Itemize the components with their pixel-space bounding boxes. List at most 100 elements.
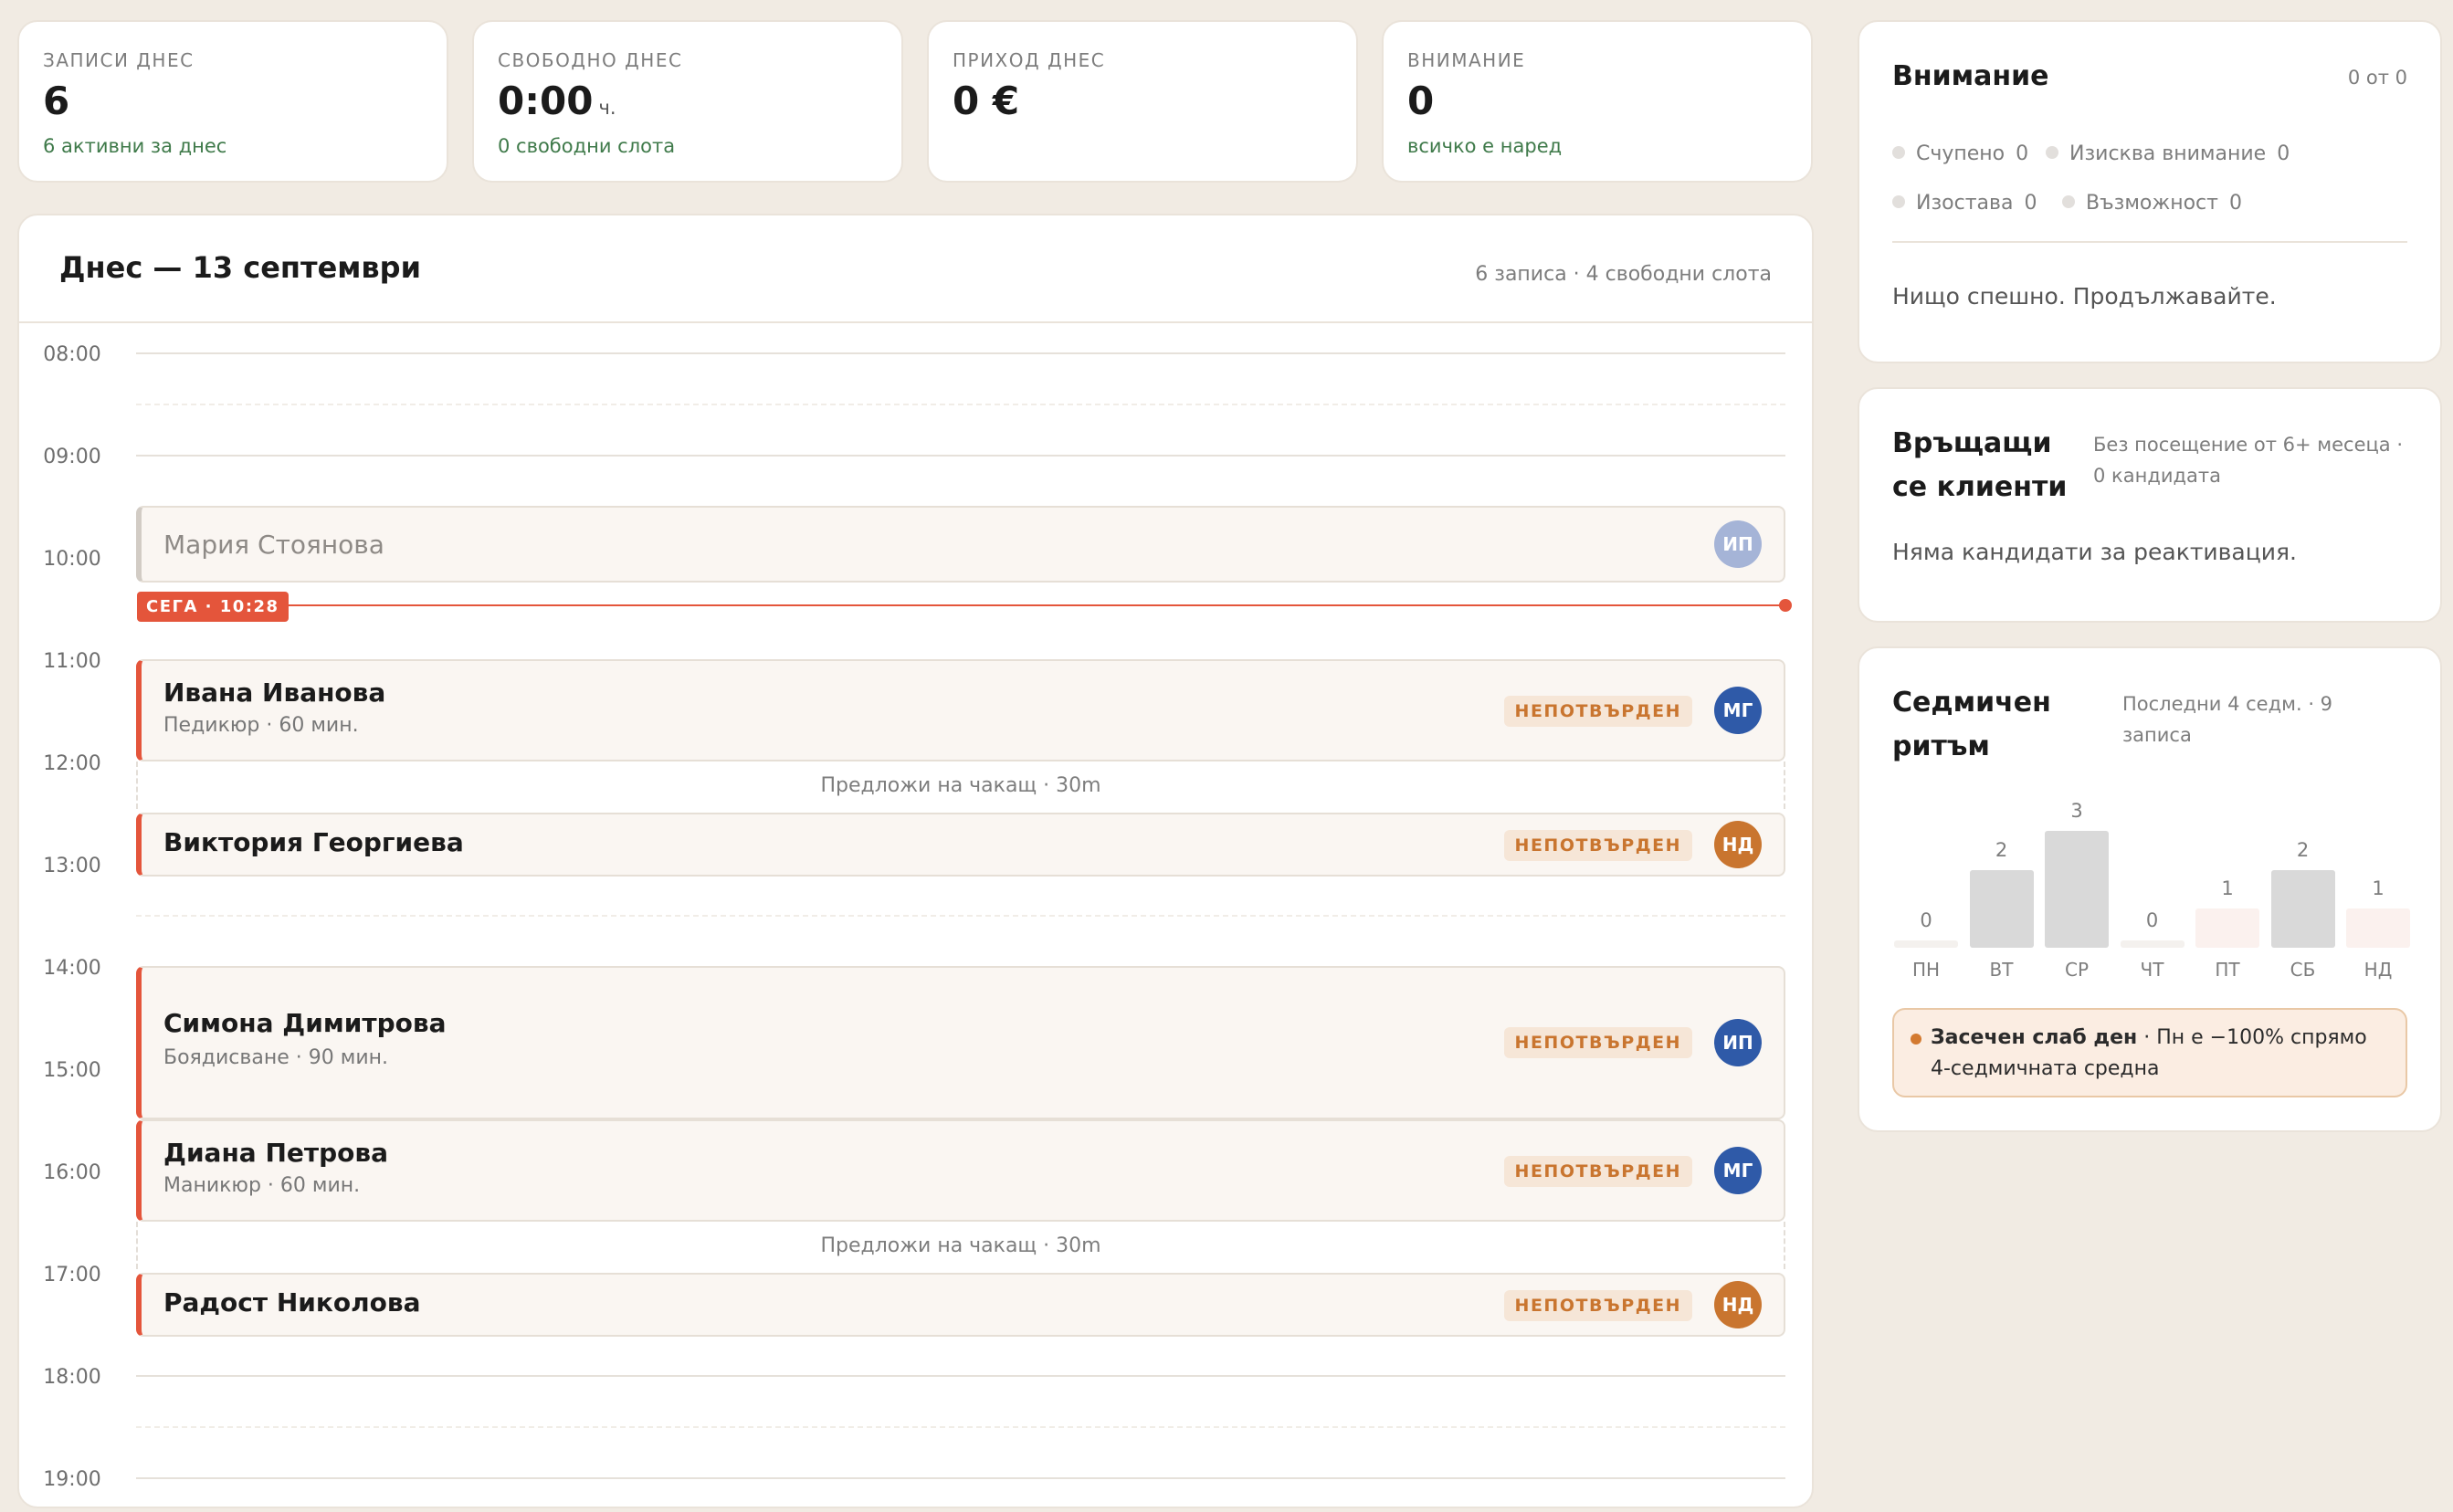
bar-value-label: 3 [2070, 800, 2083, 822]
appointment-card[interactable]: Виктория Георгиева НЕПОТВЪРДЕН НД [136, 813, 1785, 877]
attention-filter-lagging[interactable]: Изостава 0 [1892, 192, 2037, 215]
now-indicator-label: СЕГА · 10:28 [137, 592, 289, 622]
attention-filter-opportunity[interactable]: Възможност 0 [2062, 192, 2242, 215]
status-badge: НЕПОТВЪРДЕН [1503, 1290, 1692, 1321]
status-badge: НЕПОТВЪРДЕН [1503, 830, 1692, 861]
status-badge: НЕПОТВЪРДЕН [1503, 1156, 1692, 1187]
attention-empty-text: Нищо спешно. Продължавайте. [1892, 283, 2277, 310]
alert-text: Засечен слаб ден · Пн е −100% спрямо 4-с… [1931, 1026, 2367, 1080]
now-indicator-line [176, 604, 1784, 606]
stat-card-revenue: ПРИХОД ДНЕС 0 € [927, 20, 1358, 183]
attention-panel: Внимание 0 от 0 Счупено 0 Изисква внимани… [1858, 20, 2442, 363]
schedule-title: Днес — 13 септември [59, 250, 421, 285]
bar-ПН [1894, 940, 1958, 948]
status-dot [2046, 146, 2058, 159]
hour-label: 18:00 [43, 1366, 101, 1389]
hour-label: 09:00 [43, 446, 101, 468]
staff-avatar: МГ [1714, 1147, 1762, 1194]
divider [19, 321, 1812, 323]
appointment-card[interactable]: Мария Стоянова ИП [136, 506, 1785, 583]
bar-ПТ [2195, 908, 2259, 948]
stat-card-bookings: ЗАПИСИ ДНЕС 6 6 активни за днес [17, 20, 448, 183]
now-indicator-dot [1779, 599, 1792, 612]
bar-СБ [2270, 869, 2335, 948]
client-name: Ивана Иванова [163, 677, 386, 708]
bar-value-label: 2 [1995, 838, 2008, 861]
stat-value: 0 € [953, 79, 1020, 123]
stat-sub: 0 свободни слота [498, 135, 676, 157]
divider [1892, 241, 2407, 243]
stat-label: СВОБОДНО ДНЕС [498, 49, 683, 71]
bar-value-label: 0 [2145, 909, 2159, 931]
weak-day-alert: Засечен слаб ден · Пн е −100% спрямо 4-с… [1892, 1008, 2407, 1097]
half-hour-gridline [136, 915, 1785, 917]
stat-unit: ч. [598, 97, 616, 119]
appointment-card[interactable]: Радост Николова НЕПОТВЪРДЕН НД [136, 1273, 1785, 1337]
hour-label: 10:00 [43, 548, 101, 571]
bar-category-label: СР [2064, 959, 2090, 981]
hour-label: 19:00 [43, 1468, 101, 1491]
status-dot [2062, 195, 2075, 208]
status-badge: НЕПОТВЪРДЕН [1503, 696, 1692, 727]
staff-avatar: ИП [1714, 1019, 1762, 1066]
hour-gridline [136, 1477, 1785, 1479]
bar-СР [2045, 831, 2109, 948]
hour-label: 16:00 [43, 1161, 101, 1184]
bar-category-label: НД [2364, 959, 2393, 981]
staff-avatar: МГ [1714, 687, 1762, 734]
hour-label: 15:00 [43, 1059, 101, 1082]
returning-empty-text: Няма кандидати за реактивация. [1892, 539, 2297, 565]
bar-value-label: 0 [1920, 909, 1932, 931]
appointment-card[interactable]: Ивана Иванова Педикюр · 60 мин. НЕПОТВЪР… [136, 659, 1785, 761]
stat-value: 0:00 ч. [498, 79, 616, 123]
attention-count: 0 от 0 [2347, 67, 2407, 89]
half-hour-gridline [136, 404, 1785, 405]
stat-label: ПРИХОД ДНЕС [953, 49, 1106, 71]
stat-card-attention: ВНИМАНИЕ 0 всичко е наред [1382, 20, 1813, 183]
bar-category-label: ЧТ [2140, 959, 2164, 981]
suggest-waitlist-button[interactable]: Предложи на чакащ · 30m [136, 761, 1785, 809]
service-info: Маникюр · 60 мин. [163, 1174, 361, 1197]
client-name: Мария Стоянова [163, 530, 384, 560]
attention-filter-needs-attention[interactable]: Изисква внимание 0 [2046, 142, 2290, 165]
suggest-waitlist-button[interactable]: Предложи на чакащ · 30m [136, 1222, 1785, 1269]
bar-category-label: ВТ [1989, 959, 2014, 981]
appointment-card[interactable]: Диана Петрова Маникюр · 60 мин. НЕПОТВЪР… [136, 1119, 1785, 1222]
client-name: Симона Димитрова [163, 1008, 447, 1038]
staff-avatar: НД [1714, 821, 1762, 868]
hour-gridline [136, 1375, 1785, 1377]
attention-filter-broken[interactable]: Счупено 0 [1892, 142, 2028, 165]
hour-label: 14:00 [43, 957, 101, 980]
bar-ВТ [1969, 869, 2034, 948]
service-info: Боядисване · 90 мин. [163, 1046, 388, 1069]
stat-sub: 6 активни за днес [43, 135, 227, 157]
returning-meta: Без посещение от 6+ месеца · 0 кандидата [2093, 434, 2404, 487]
status-badge: НЕПОТВЪРДЕН [1503, 1027, 1692, 1058]
stat-value: 6 [43, 79, 70, 123]
returning-title: Връщащи се клиенти [1892, 427, 2068, 503]
hour-gridline [136, 455, 1785, 457]
weekly-bar-chart: 0 ПН 2 ВТ 3 СР 0 ЧТ 1 ПТ 2 СБ 1 НД [1859, 648, 2444, 995]
stat-label: ЗАПИСИ ДНЕС [43, 49, 195, 71]
bar-category-label: СБ [2290, 959, 2316, 981]
weekly-rhythm-panel: Седмичен ритъм Последни 4 седм. · 9 запи… [1858, 646, 2442, 1132]
status-dot [1892, 146, 1905, 159]
bar-category-label: ПН [1911, 959, 1941, 981]
client-name: Виктория Георгиева [163, 827, 464, 857]
hour-label: 08:00 [43, 343, 101, 366]
stat-sub: всичко е наред [1407, 135, 1563, 157]
status-dot [1892, 195, 1905, 208]
bar-category-label: ПТ [2215, 959, 2240, 981]
stat-label: ВНИМАНИЕ [1407, 49, 1526, 71]
hour-label: 11:00 [43, 650, 101, 673]
client-name: Диана Петрова [163, 1138, 388, 1168]
client-name: Радост Николова [163, 1287, 421, 1318]
hour-gridline [136, 352, 1785, 354]
alert-dot [1911, 1034, 1921, 1045]
hour-label: 13:00 [43, 855, 101, 877]
hour-label: 17:00 [43, 1264, 101, 1286]
schedule-summary: 6 записа · 4 свободни слота [1475, 263, 1772, 286]
half-hour-gridline [136, 1426, 1785, 1428]
staff-avatar: НД [1714, 1281, 1762, 1328]
appointment-card[interactable]: Симона Димитрова Боядисване · 90 мин. НЕ… [136, 966, 1785, 1119]
